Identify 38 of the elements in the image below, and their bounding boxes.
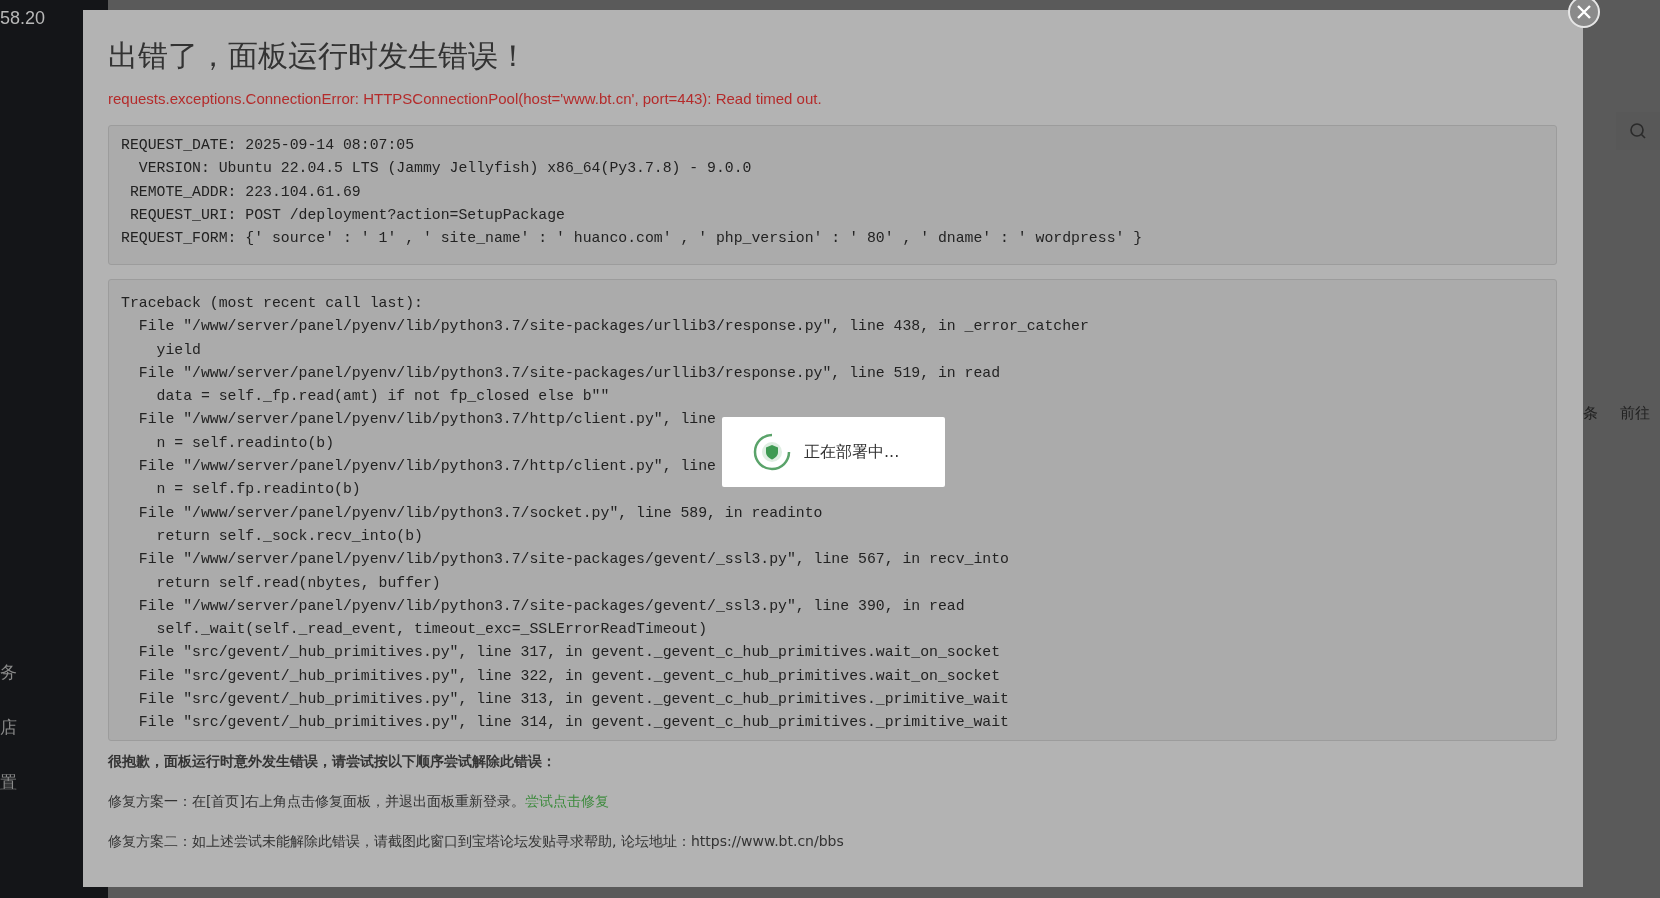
code-line: File "/www/server/panel/pyenv/lib/python3.7/site-packages/gevent/_ssl3.py", line 390, in read bbox=[137, 596, 965, 616]
code-line: File "src/gevent/_hub_primitives.py", line 314, in gevent._gevent_c_hub_primitives._primitive_wait bbox=[137, 713, 1009, 733]
close-icon bbox=[1576, 4, 1592, 20]
code-line: File "src/gevent/_hub_primitives.py", line 317, in gevent._gevent_c_hub_primitives.wait_on_socket bbox=[137, 643, 1001, 663]
dialog-title: 出错了，面板运行时发生错误！ bbox=[108, 37, 529, 75]
code-line: File "/www/server/panel/pyenv/lib/python3.7/http/client.py", line bbox=[137, 410, 716, 430]
code-line: File "src/gevent/_hub_primitives.py", line 322, in gevent._gevent_c_hub_primitives.wait_on_socket bbox=[137, 666, 1001, 686]
code-line: REMOTE_ADDR: 223.104.61.69 bbox=[128, 182, 361, 202]
code-line: return self._sock.recv_into(b) bbox=[155, 526, 423, 546]
code-line: File "/www/server/panel/pyenv/lib/python3.7/site-packages/gevent/_ssl3.py", line 567, in recv_into bbox=[137, 550, 1009, 570]
code-line: REQUEST_DATE: 2025-09-14 08:07:05 bbox=[121, 136, 415, 155]
apology-text: 很抱歉，面板运行时意外发生错误，请尝试按以下顺序尝试解除此错误： bbox=[108, 753, 557, 771]
sidebar-item[interactable]: 置 bbox=[0, 771, 20, 794]
pagination-text: 条 bbox=[1583, 404, 1598, 423]
search-icon bbox=[1629, 122, 1647, 140]
sidebar-item[interactable]: 务 bbox=[0, 661, 20, 684]
fix-option-text: 修复方案一：在[首页]右上角点击修复面板，并退出面板重新登录。尝试点击修复 bbox=[108, 793, 610, 811]
code-line: return self.read(nbytes, buffer) bbox=[155, 573, 441, 593]
code-line: File "/www/server/panel/pyenv/lib/python3.7/http/client.py", line bbox=[137, 457, 716, 477]
code-line: data = self._fp.read(amt) if not fp_closed else b"" bbox=[155, 387, 610, 407]
fix-option-text: 修复方案二：如上述尝试未能解除此错误，请截图此窗口到宝塔论坛发贴寻求帮助, 论坛地址：https://www.bt.cn/bbs bbox=[108, 833, 845, 851]
code-line: VERSION: Ubuntu 22.04.5 LTS (Jammy Jellyfish) x86_64(Py3.7.8) - 9.0.0 bbox=[137, 159, 752, 179]
sidebar-item[interactable]: 店 bbox=[0, 716, 20, 739]
code-line: REQUEST_URI: POST /deployment?action=SetupPackage bbox=[128, 205, 565, 225]
sidebar-header-text: 58.20 bbox=[0, 7, 47, 29]
loading-spinner-icon bbox=[752, 432, 792, 472]
code-line: n = self.fp.readinto(b) bbox=[155, 480, 361, 500]
code-line: File "/www/server/panel/pyenv/lib/python3.7/site-packages/urllib3/response.py", line 519, in read bbox=[137, 363, 1001, 383]
code-line: self._wait(self._read_event, timeout_exc=_SSLErrorReadTimeout) bbox=[155, 620, 708, 640]
code-line: Traceback (most recent call last): bbox=[121, 294, 423, 313]
code-line: REQUEST_FORM: {' source' : ' 1' , ' site_name' : ' huanco.com' , ' php_version' : ' 80' , ' dname' : ' wordpress' } bbox=[121, 229, 1143, 249]
code-line: yield bbox=[155, 340, 201, 360]
code-line: File "src/gevent/_hub_primitives.py", line 313, in gevent._gevent_c_hub_primitives._primitive_wait bbox=[137, 690, 1009, 710]
error-message: requests.exceptions.ConnectionError: HTTPSConnectionPool(host='www.bt.cn', port=443): Read timed out. bbox=[108, 90, 823, 107]
code-line: n = self.readinto(b) bbox=[155, 433, 335, 453]
code-line: File "/www/server/panel/pyenv/lib/python3.7/site-packages/urllib3/response.py", line 438, in _error_catcher bbox=[137, 317, 1089, 337]
code-line: File "/www/server/panel/pyenv/lib/python3.7/socket.py", line 589, in readinto bbox=[137, 503, 823, 523]
loading-message: 正在部署中... bbox=[804, 441, 900, 463]
